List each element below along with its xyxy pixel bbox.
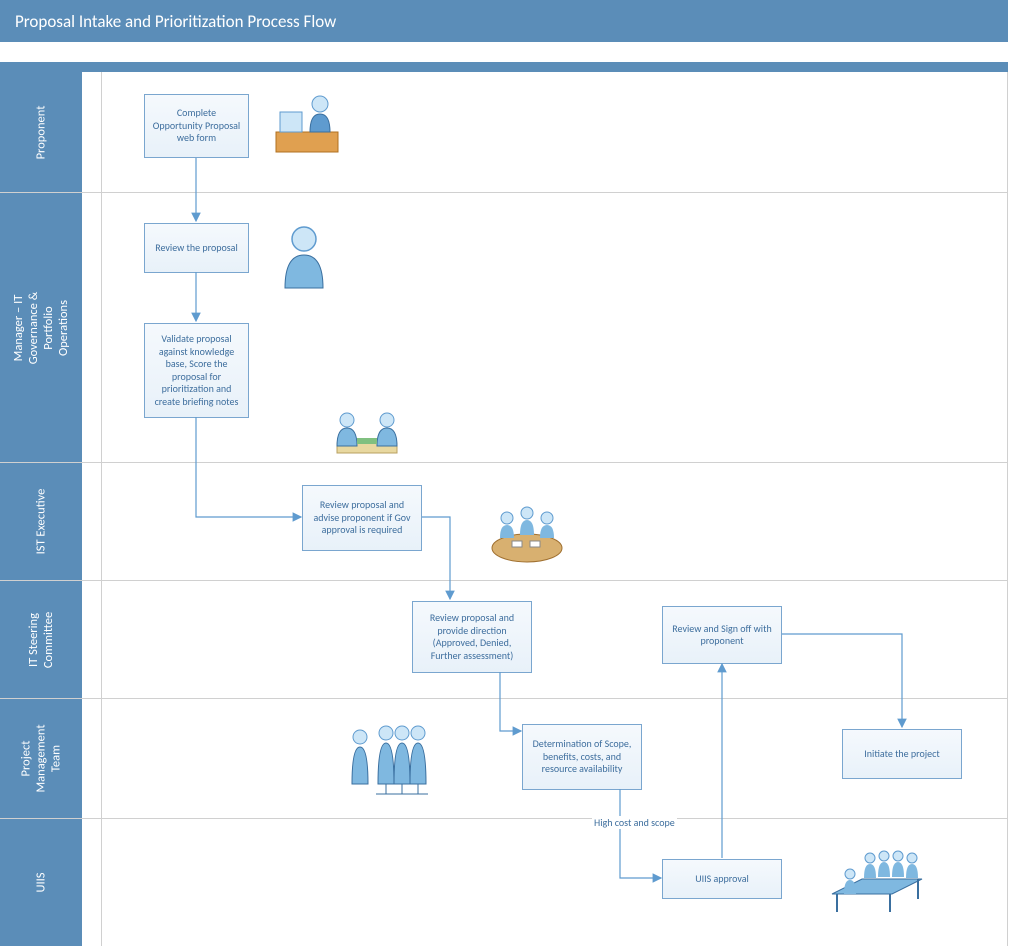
lane-label-ist: IST Executive <box>0 463 82 580</box>
node-ist-review: Review proposal and advise proponent if … <box>302 485 422 551</box>
title-text: Proposal Intake and Prioritization Proce… <box>15 11 336 32</box>
lane-label-manager: Manager – IT Governance & Portfolio Oper… <box>0 193 82 462</box>
separator-bar <box>0 62 1008 72</box>
lane-uiis: UIIS UIIS approval <box>0 818 1008 946</box>
lane-manager: Manager – IT Governance & Portfolio Oper… <box>0 192 1008 462</box>
lane-steering: IT Steering Committee Review proposal an… <box>0 580 1008 698</box>
node-initiate: Initiate the project <box>842 729 962 779</box>
boardroom-icon <box>822 844 932 924</box>
lane-label-proponent: Proponent <box>0 72 82 192</box>
swimlanes: Proponent Complete Opportunity Proposal … <box>0 72 1008 946</box>
node-signoff: Review and Sign off with proponent <box>662 606 782 664</box>
node-determination: Determination of Scope, benefits, costs,… <box>522 724 642 790</box>
node-uiis-approval: UIIS approval <box>662 859 782 899</box>
node-steering-review: Review proposal and provide direction (A… <box>412 601 532 673</box>
lane-label-steering: IT Steering Committee <box>0 581 82 698</box>
lane-ist: IST Executive Review proposal and advise… <box>0 462 1008 580</box>
lane-proponent: Proponent Complete Opportunity Proposal … <box>0 72 1008 192</box>
person-icon <box>277 223 332 298</box>
page-title: Proposal Intake and Prioritization Proce… <box>0 0 1008 42</box>
flow-label-high-cost: High cost and scope <box>592 816 677 829</box>
lane-pmt: Project Management Team Determination of… <box>0 698 1008 818</box>
node-complete-form: Complete Opportunity Proposal web form <box>144 94 249 158</box>
node-validate: Validate proposal against knowledge base… <box>144 323 249 418</box>
person-at-computer-icon <box>272 92 342 162</box>
meeting-table-icon <box>482 503 572 578</box>
lane-label-uiis: UIIS <box>0 819 82 946</box>
lane-label-pmt: Project Management Team <box>0 699 82 818</box>
group-of-people-icon <box>342 719 432 809</box>
node-review-proposal: Review the proposal <box>144 223 249 273</box>
